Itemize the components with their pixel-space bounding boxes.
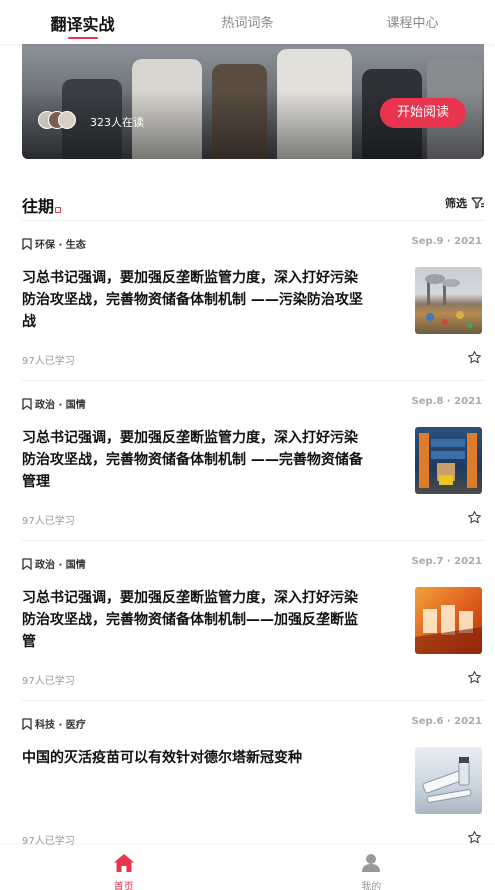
- learner-count: 97人已学习: [22, 516, 75, 527]
- article-item[interactable]: 政治 · 国情 Sep.7 · 2021 习总书记强调，要加强反垄断监管力度，深…: [22, 541, 484, 701]
- article-thumbnail-vaccine: [415, 747, 482, 814]
- filter-label: 筛选: [445, 197, 467, 210]
- avatar: [58, 111, 76, 129]
- section-title-dot: [55, 207, 61, 213]
- learner-count: 97人已学习: [22, 356, 75, 367]
- article-category: 科技 · 医疗: [22, 716, 86, 731]
- filter-icon: [471, 197, 484, 209]
- star-favorite-icon[interactable]: [467, 510, 482, 525]
- top-tab-bar: 翻译实战 热词词条 课程中心: [0, 0, 495, 44]
- article-thumbnail-warehouse: [415, 427, 482, 494]
- article-date: Sep.7 · 2021: [411, 556, 483, 567]
- user-icon: [362, 854, 381, 872]
- article-date: Sep.6 · 2021: [411, 716, 483, 727]
- article-item[interactable]: 科技 · 医疗 Sep.6 · 2021 中国的灭活疫苗可以有效针对德尔塔新冠变…: [22, 701, 484, 861]
- star-favorite-icon[interactable]: [467, 830, 482, 845]
- article-title: 习总书记强调，要加强反垄断监管力度，深入打好污染防治攻坚战，完善物资储备体制机制…: [22, 590, 358, 650]
- bookmark-icon: [22, 397, 32, 410]
- learner-count: 97人已学习: [22, 676, 75, 687]
- nav-label: 我的: [361, 882, 382, 890]
- active-tab-indicator: [67, 37, 98, 39]
- article-title: 中国的灭活疫苗可以有效针对德尔塔新冠变种: [22, 750, 302, 766]
- tab-course-center[interactable]: 课程中心: [330, 0, 495, 44]
- tab-translation-practice[interactable]: 翻译实战: [0, 0, 165, 44]
- article-category: 政治 · 国情: [22, 396, 86, 411]
- article-date: Sep.8 · 2021: [411, 396, 483, 407]
- article-title: 习总书记强调，要加强反垄断监管力度，深入打好污染防治攻坚战，完善物资储备体制机制…: [22, 430, 363, 490]
- article-title: 习总书记强调，要加强反垄断监管力度，深入打好污染防治攻坚战，完善物资储备体制机制…: [22, 270, 363, 330]
- tab-label: 热词词条: [221, 16, 274, 31]
- article-date: Sep.9 · 2021: [411, 236, 483, 247]
- tab-label: 课程中心: [386, 16, 439, 31]
- nav-profile[interactable]: 我的: [248, 845, 495, 890]
- reading-count: 323人在读: [90, 116, 144, 129]
- article-category: 政治 · 国情: [22, 556, 86, 571]
- bottom-navigation: 首页 我的: [0, 845, 495, 890]
- tab-label: 翻译实战: [50, 15, 115, 34]
- category-label: 政治 · 国情: [35, 400, 86, 411]
- category-label: 政治 · 国情: [35, 560, 86, 571]
- filter-button[interactable]: 筛选: [445, 195, 485, 211]
- star-favorite-icon[interactable]: [467, 350, 482, 365]
- vaccine-icon: [422, 757, 472, 803]
- start-reading-button[interactable]: 开始阅读: [380, 98, 466, 128]
- home-icon: [113, 854, 134, 872]
- smokestack-icon: [425, 274, 473, 328]
- nav-label: 首页: [113, 882, 134, 890]
- nav-home[interactable]: 首页: [0, 845, 248, 890]
- category-label: 环保 · 生态: [35, 240, 86, 251]
- article-list: 环保 · 生态 Sep.9 · 2021 习总书记强调，要加强反垄断监管力度，深…: [22, 221, 484, 861]
- warehouse-icon: [419, 433, 477, 488]
- article-thumbnail-pollution: [415, 267, 482, 334]
- bookmark-icon: [22, 717, 32, 730]
- section-title: 往期: [22, 197, 55, 216]
- antitrust-graphic-icon: [415, 605, 482, 654]
- bookmark-icon: [22, 237, 32, 250]
- article-item[interactable]: 政治 · 国情 Sep.8 · 2021 习总书记强调，要加强反垄断监管力度，深…: [22, 381, 484, 541]
- article-item[interactable]: 环保 · 生态 Sep.9 · 2021 习总书记强调，要加强反垄断监管力度，深…: [22, 221, 484, 381]
- article-thumbnail-antitrust: [415, 587, 482, 654]
- tab-hot-words[interactable]: 热词词条: [165, 0, 330, 44]
- bookmark-icon: [22, 557, 32, 570]
- star-favorite-icon[interactable]: [467, 670, 482, 685]
- article-category: 环保 · 生态: [22, 236, 86, 251]
- featured-banner[interactable]: 323人在读 开始阅读: [22, 44, 484, 159]
- category-label: 科技 · 医疗: [35, 720, 86, 731]
